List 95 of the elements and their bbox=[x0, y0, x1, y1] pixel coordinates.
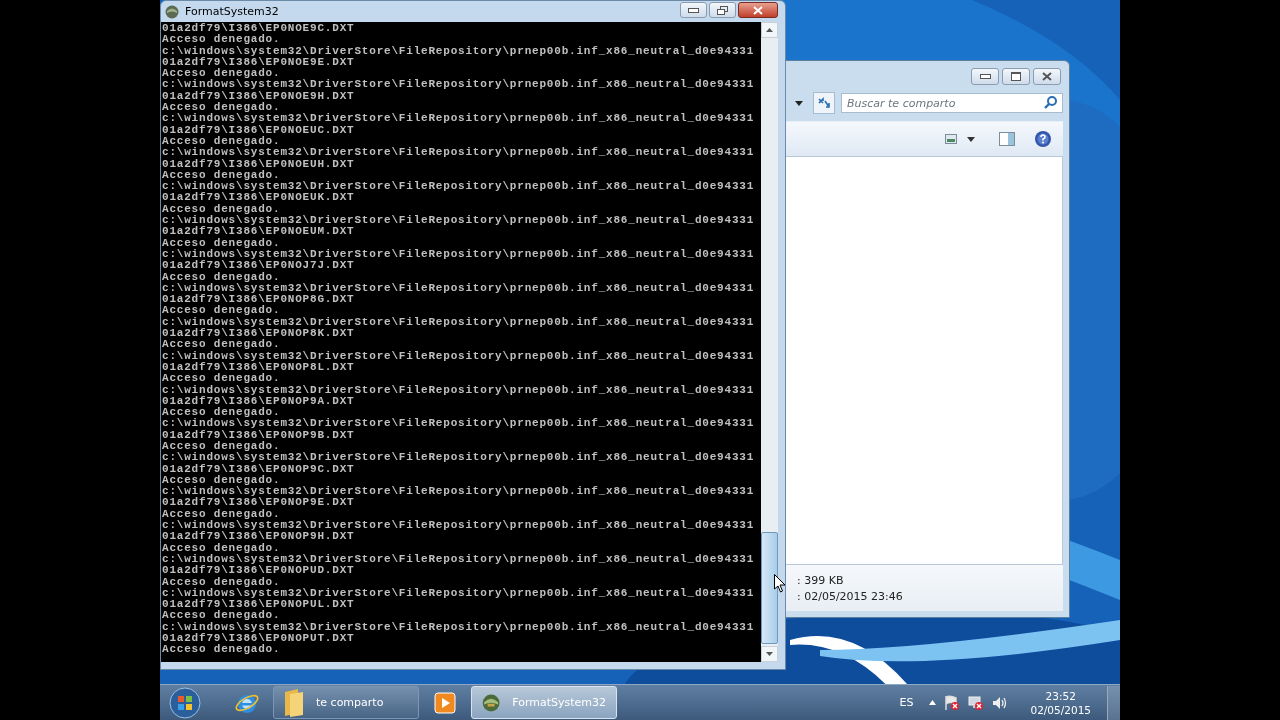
app-icon bbox=[165, 4, 179, 19]
console-line: Acceso denegado. bbox=[162, 441, 281, 453]
scrollbar[interactable] bbox=[761, 22, 778, 662]
console-line: c:\windows\system32\DriverStore\FileRepository\prnep00b.inf_x86_neutral_d0e94331 bbox=[162, 113, 755, 125]
maximize-button[interactable] bbox=[1002, 67, 1030, 85]
console-line: 01a2df79\I386\EP0NOP9E.DXT bbox=[162, 497, 355, 509]
caret-icon[interactable] bbox=[795, 100, 803, 106]
console-line: c:\windows\system32\DriverStore\FileRepository\prnep00b.inf_x86_neutral_d0e94331 bbox=[162, 587, 755, 600]
detail-text: : 02/05/2015 23:46 bbox=[797, 589, 903, 603]
console-line: 01a2df79\I386\EP0NOE9E.DXT bbox=[162, 56, 355, 68]
console-line: 01a2df79\I386\EP0NOP9C.DXT bbox=[162, 463, 355, 475]
console-line: Acceso denegado. bbox=[162, 373, 281, 385]
console-line: 01a2df79\I386\EP0NOPUT.DXT bbox=[162, 633, 355, 645]
mouse-pointer-icon bbox=[774, 574, 786, 593]
console-line: 01a2df79\I386\EP0NOP9A.DXT bbox=[162, 395, 355, 407]
network-warning-icon[interactable] bbox=[968, 694, 985, 711]
refresh-icon bbox=[817, 97, 831, 109]
console-line: c:\windows\system32\DriverStore\FileRepository\prnep00b.inf_x86_neutral_d0e94331 bbox=[162, 215, 755, 227]
console-line: Acceso denegado. bbox=[162, 68, 281, 80]
console-line: 01a2df79\I386\EP0NOEUH.DXT bbox=[162, 158, 355, 170]
scroll-up-button[interactable] bbox=[761, 22, 778, 38]
scroll-thumb[interactable] bbox=[761, 532, 778, 644]
caret-icon[interactable] bbox=[967, 136, 975, 142]
console-line: c:\windows\system32\DriverStore\FileRepository\prnep00b.inf_x86_neutral_d0e94331 bbox=[162, 384, 755, 396]
console-line: 01a2df79\I386\EP0NOP8L.DXT bbox=[162, 361, 355, 373]
clock[interactable]: 23:52 02/05/2015 bbox=[1030, 688, 1091, 717]
console-line: 01a2df79\I386\EP0NOEUK.DXT bbox=[162, 192, 355, 204]
console-line: 01a2df79\I386\EP0NOEUC.DXT bbox=[162, 124, 355, 136]
close-icon bbox=[1042, 71, 1052, 81]
taskbar-button[interactable]: te comparto bbox=[273, 686, 419, 719]
console-line: c:\windows\system32\DriverStore\FileRepository\prnep00b.inf_x86_neutral_d0e94331 bbox=[162, 418, 755, 430]
console-line: 01a2df79\I386\EP0NOP8K.DXT bbox=[162, 328, 355, 339]
console-line: Acceso denegado. bbox=[162, 407, 281, 419]
console-line: c:\windows\system32\DriverStore\FileRepository\prnep00b.inf_x86_neutral_d0e94331 bbox=[162, 248, 755, 261]
console-line: c:\windows\system32\DriverStore\FileRepository\prnep00b.inf_x86_neutral_d0e94331 bbox=[162, 452, 755, 464]
console-line: Acceso denegado. bbox=[162, 203, 281, 215]
minimize-button[interactable] bbox=[680, 2, 707, 18]
flag-warning-icon[interactable] bbox=[944, 694, 961, 711]
console-line: c:\windows\system32\DriverStore\FileRepository\prnep00b.inf_x86_neutral_d0e94331 bbox=[162, 282, 755, 295]
play-icon bbox=[434, 691, 456, 714]
console-line: 01a2df79\I386\EP0NOP8G.DXT bbox=[162, 294, 355, 306]
console-line: c:\windows\system32\DriverStore\FileRepository\prnep00b.inf_x86_neutral_d0e94331 bbox=[162, 181, 755, 193]
clock-time: 23:52 bbox=[1045, 688, 1076, 703]
console-line: c:\windows\system32\DriverStore\FileRepository\prnep00b.inf_x86_neutral_d0e94331 bbox=[162, 553, 755, 566]
console-line: c:\windows\system32\DriverStore\FileRepository\prnep00b.inf_x86_neutral_d0e94331 bbox=[162, 621, 755, 633]
close-button[interactable] bbox=[738, 2, 778, 18]
console-line: c:\windows\system32\DriverStore\FileRepository\prnep00b.inf_x86_neutral_d0e94331 bbox=[162, 147, 755, 159]
search-icon[interactable] bbox=[1044, 96, 1057, 109]
console-line: Acceso denegado. bbox=[162, 474, 281, 487]
console-line: Acceso denegado. bbox=[162, 102, 281, 114]
folder-icon bbox=[284, 688, 304, 717]
console-line: c:\windows\system32\DriverStore\FileRepository\prnep00b.inf_x86_neutral_d0e94331 bbox=[162, 520, 755, 532]
close-button[interactable] bbox=[1033, 67, 1061, 85]
console-line: Acceso denegado. bbox=[162, 271, 281, 283]
console-line: Acceso denegado. bbox=[162, 644, 281, 656]
console-line: 01a2df79\I386\EP0NOE9C.DXT bbox=[162, 23, 355, 34]
clock-date: 02/05/2015 bbox=[1030, 702, 1091, 717]
console-line: c:\windows\system32\DriverStore\FileRepository\prnep00b.inf_x86_neutral_d0e94331 bbox=[162, 316, 755, 328]
view-icon[interactable] bbox=[945, 134, 957, 144]
search-field[interactable]: Buscar te comparto bbox=[841, 93, 1063, 113]
restore-button[interactable] bbox=[709, 2, 736, 18]
close-icon bbox=[753, 5, 763, 15]
console-line: Acceso denegado. bbox=[162, 339, 281, 351]
console-line: Acceso denegado. bbox=[162, 610, 281, 622]
refresh-button[interactable] bbox=[813, 92, 835, 114]
preview-pane-icon[interactable] bbox=[999, 132, 1015, 146]
console-line: Acceso denegado. bbox=[162, 576, 281, 588]
down-arrow-icon bbox=[766, 652, 773, 656]
scroll-down-button[interactable] bbox=[761, 646, 778, 662]
console-line: Acceso denegado. bbox=[162, 169, 281, 182]
console-line: 01a2df79\I386\EP0NOPUD.DXT bbox=[162, 565, 355, 577]
console-line: Acceso denegado. bbox=[162, 34, 281, 46]
minimize-button[interactable] bbox=[971, 67, 999, 85]
help-icon[interactable] bbox=[1035, 131, 1051, 147]
console-line: 01a2df79\I386\EP0NOE9H.DXT bbox=[162, 90, 355, 102]
console-line: Acceso denegado. bbox=[162, 542, 281, 554]
console-line: Acceso denegado. bbox=[162, 135, 281, 148]
window-title: FormatSystem32 bbox=[185, 5, 279, 18]
console-line: c:\windows\system32\DriverStore\FileRepository\prnep00b.inf_x86_neutral_d0e94331 bbox=[162, 79, 755, 91]
show-hidden-icons-icon[interactable] bbox=[929, 700, 937, 705]
restore-icon bbox=[717, 5, 728, 15]
console-line: c:\windows\system32\DriverStore\FileRepository\prnep00b.inf_x86_neutral_d0e94331 bbox=[162, 350, 755, 362]
console-line: 01a2df79\I386\EP0NOP9B.DXT bbox=[162, 429, 355, 441]
console-line: 01a2df79\I386\EP0NOPUL.DXT bbox=[162, 599, 355, 611]
language-indicator[interactable]: ES bbox=[899, 696, 914, 709]
console-line: Acceso denegado. bbox=[162, 305, 281, 317]
console-line: c:\windows\system32\DriverStore\FileRepository\prnep00b.inf_x86_neutral_d0e94331 bbox=[162, 45, 755, 57]
console-line: c:\windows\system32\DriverStore\FileRepository\prnep00b.inf_x86_neutral_d0e94331 bbox=[162, 486, 755, 498]
up-arrow-icon bbox=[766, 28, 773, 32]
console-line: Acceso denegado. bbox=[162, 237, 281, 249]
console-line: 01a2df79\I386\EP0NOJ7J.DXT bbox=[162, 260, 355, 272]
console-line: 01a2df79\I386\EP0NOEUM.DXT bbox=[162, 226, 355, 238]
console-line: 01a2df79\I386\EP0NOP9H.DXT bbox=[162, 531, 355, 543]
detail-text: : 399 KB bbox=[797, 573, 844, 587]
start-button[interactable] bbox=[169, 686, 201, 719]
